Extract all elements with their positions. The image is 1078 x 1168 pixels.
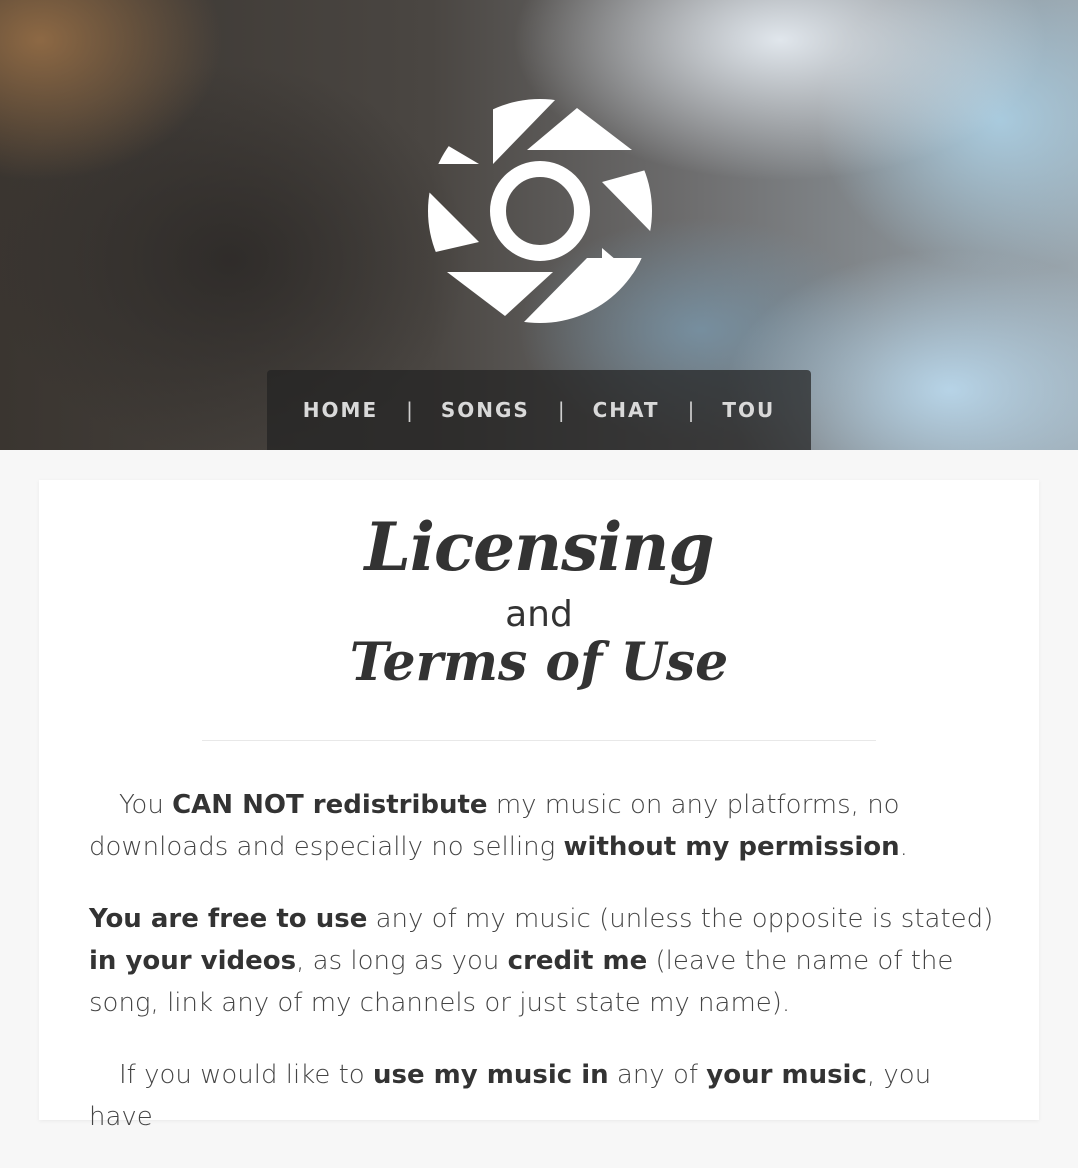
bold-text: without my permission: [563, 832, 900, 862]
title-divider: [202, 740, 876, 741]
text-span: any of my music (unless the opposite is …: [367, 904, 994, 934]
text-span: .: [899, 832, 908, 862]
main-nav: HOME | SONGS | CHAT | TOU: [267, 370, 811, 450]
page-title-licensing: Licensing: [364, 508, 714, 586]
paragraph-free-use: You are free to use any of my music (unl…: [89, 898, 999, 1024]
paragraph-redistribution: You CAN NOT redistribute my music on any…: [89, 784, 999, 868]
terms-body: You CAN NOT redistribute my music on any…: [89, 784, 999, 1168]
nav-chat-link[interactable]: CHAT: [593, 398, 660, 422]
nav-separator: |: [687, 398, 695, 422]
bold-text: your music: [706, 1060, 867, 1090]
bold-text: credit me: [507, 946, 648, 976]
text-span: any of: [608, 1060, 707, 1090]
hero-banner: HOME | SONGS | CHAT | TOU: [0, 0, 1078, 450]
nav-separator: |: [406, 398, 413, 422]
nav-songs-link[interactable]: SONGS: [441, 398, 530, 422]
bold-text: CAN NOT redistribute: [172, 790, 488, 820]
bold-text: in your videos: [89, 946, 297, 976]
nav-home-link[interactable]: HOME: [303, 398, 378, 422]
text-span: If you would like to: [119, 1060, 373, 1090]
nav-tou-link[interactable]: TOU: [722, 398, 775, 422]
page-title-terms: Terms of Use: [349, 632, 729, 693]
paragraph-music-use: If you would like to use my music in any…: [89, 1054, 999, 1138]
content-card: Licensing and Terms of Use You CAN NOT r…: [39, 480, 1039, 1132]
text-span: , as long as you: [296, 946, 508, 976]
nav-separator: |: [557, 398, 565, 422]
bold-text: use my music in: [372, 1060, 609, 1090]
bold-text: You are free to use: [89, 904, 368, 934]
page-title-and: and: [505, 594, 573, 635]
camera-shutter-logo-icon: [428, 99, 652, 323]
text-span: You: [119, 790, 173, 820]
